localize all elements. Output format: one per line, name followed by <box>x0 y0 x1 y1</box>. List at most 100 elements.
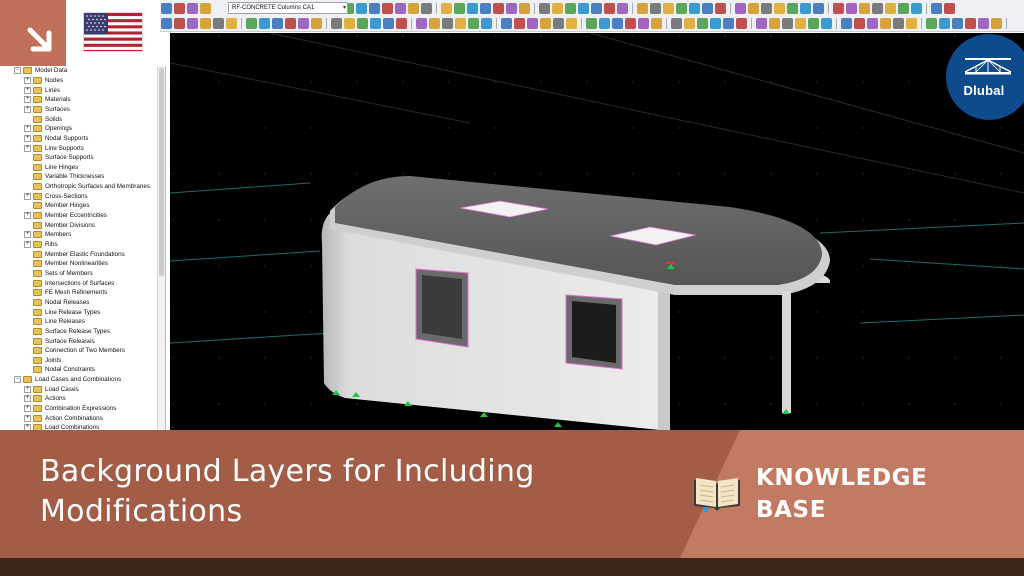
toolbar-button-icon[interactable] <box>519 3 530 14</box>
toolbar-button-icon[interactable] <box>748 3 759 14</box>
toolbar-button-icon[interactable] <box>756 18 767 29</box>
navigator-item[interactable]: + Openings <box>24 124 72 134</box>
toolbar-button-icon[interactable] <box>416 18 427 29</box>
toolbar-button-icon[interactable] <box>540 18 551 29</box>
navigator-item[interactable]: + Nodal Supports <box>24 134 88 144</box>
toolbar-button-icon[interactable] <box>501 18 512 29</box>
toolbar-button-icon[interactable] <box>821 18 832 29</box>
toolbar-button-icon[interactable] <box>506 3 517 14</box>
3d-viewport[interactable] <box>170 33 1024 430</box>
navigator-item[interactable]: FE Mesh Refinements <box>24 288 107 298</box>
navigator-item[interactable]: Surface Releases <box>24 336 95 346</box>
toolbar-button-icon[interactable] <box>566 18 577 29</box>
toolbar-button-icon[interactable] <box>697 18 708 29</box>
navigator-item[interactable]: Orthotropic Surfaces and Membranes <box>24 182 150 192</box>
toolbar-button-icon[interactable] <box>396 18 407 29</box>
navigator-item[interactable]: Line Release Types <box>24 307 100 317</box>
toolbar-button-icon[interactable] <box>906 18 917 29</box>
toolbar-button-icon[interactable] <box>382 3 393 14</box>
toolbar-button-icon[interactable] <box>369 3 380 14</box>
toolbar-button-icon[interactable] <box>468 18 479 29</box>
navigator-item[interactable]: + Nodes <box>24 76 63 86</box>
expand-icon[interactable]: + <box>24 134 31 142</box>
toolbar-button-icon[interactable] <box>187 3 198 14</box>
expand-icon[interactable]: + <box>24 385 31 393</box>
toolbar-button-icon[interactable] <box>800 3 811 14</box>
toolbar-button-icon[interactable] <box>841 18 852 29</box>
navigator-item[interactable]: − Load Cases and Combinations <box>14 375 121 385</box>
navigator-item[interactable]: Member Elastic Foundations <box>24 249 125 259</box>
expand-icon[interactable]: + <box>24 125 31 133</box>
toolbar-button-icon[interactable] <box>357 18 368 29</box>
expand-icon[interactable]: + <box>24 212 31 220</box>
navigator-item[interactable]: + Load Combinations <box>24 423 99 430</box>
toolbar-button-icon[interactable] <box>480 3 491 14</box>
navigator-item[interactable]: Line Releases <box>24 317 85 327</box>
toolbar-button-icon[interactable] <box>872 3 883 14</box>
expand-icon[interactable]: + <box>24 241 31 248</box>
toolbar-button-icon[interactable] <box>591 3 602 14</box>
expand-icon[interactable]: + <box>24 192 31 200</box>
navigator-item[interactable]: Connection of Two Members <box>24 346 125 356</box>
toolbar-button-icon[interactable] <box>213 18 224 29</box>
expand-icon[interactable]: + <box>24 76 31 84</box>
navigator-item[interactable]: + Action Combinations <box>24 413 103 423</box>
toolbar-button-icon[interactable] <box>553 18 564 29</box>
expand-icon[interactable]: + <box>24 414 31 422</box>
toolbar-button-icon[interactable] <box>356 3 367 14</box>
navigator-item[interactable]: + Cross-Sections <box>24 191 88 201</box>
toolbar-button-icon[interactable] <box>285 18 296 29</box>
navigator-item[interactable]: Surface Supports <box>24 153 94 163</box>
toolbar-button-icon[interactable] <box>787 3 798 14</box>
toolbar-button-icon[interactable] <box>944 3 955 14</box>
navigator-item[interactable]: Member Divisions <box>24 220 95 230</box>
toolbar-button-icon[interactable] <box>625 18 636 29</box>
chevron-down-icon[interactable]: ▾ <box>343 3 346 13</box>
toolbar-button-icon[interactable] <box>200 18 211 29</box>
navigator-item[interactable]: + Members <box>24 230 71 240</box>
toolbar-button-icon[interactable] <box>161 3 172 14</box>
toolbar-button-icon[interactable] <box>408 3 419 14</box>
toolbar-button-icon[interactable] <box>226 18 237 29</box>
toolbar-button-icon[interactable] <box>893 18 904 29</box>
toolbar-button-icon[interactable] <box>454 3 465 14</box>
toolbar-button-icon[interactable] <box>246 18 257 29</box>
toolbar-button-icon[interactable] <box>926 18 937 29</box>
navigator-item[interactable]: Solids <box>24 114 62 124</box>
navigator-scrollbar[interactable] <box>157 66 165 430</box>
load-case-select[interactable]: RF-CONCRETE Columns CA1 ▾ <box>228 2 348 14</box>
toolbar-button-icon[interactable] <box>782 18 793 29</box>
navigator-item[interactable]: + Combination Expressions <box>24 404 116 414</box>
toolbar-button-icon[interactable] <box>931 3 942 14</box>
toolbar-button-icon[interactable] <box>259 18 270 29</box>
navigator-item[interactable]: Variable Thicknesses <box>24 172 104 182</box>
toolbar-button-icon[interactable] <box>527 18 538 29</box>
toolbar-button-icon[interactable] <box>370 18 381 29</box>
toolbar-button-icon[interactable] <box>578 3 589 14</box>
toolbar-button-icon[interactable] <box>880 18 891 29</box>
toolbar-button-icon[interactable] <box>272 18 283 29</box>
expand-icon[interactable]: + <box>24 96 31 104</box>
navigator-item[interactable]: + Materials <box>24 95 71 105</box>
toolbar-button-icon[interactable] <box>663 3 674 14</box>
navigator-item[interactable]: Sets of Members <box>24 269 93 279</box>
toolbar-button-icon[interactable] <box>617 3 628 14</box>
toolbar-button-icon[interactable] <box>833 3 844 14</box>
toolbar-button-icon[interactable] <box>846 3 857 14</box>
toolbar-button-icon[interactable] <box>710 18 721 29</box>
navigator-item[interactable]: Surface Release Types <box>24 327 110 337</box>
toolbar-button-icon[interactable] <box>638 18 649 29</box>
toolbar-button-icon[interactable] <box>978 18 989 29</box>
toolbar-button-icon[interactable] <box>187 18 198 29</box>
expand-icon[interactable]: + <box>24 395 31 403</box>
toolbar-button-icon[interactable] <box>612 18 623 29</box>
toolbar-button-icon[interactable] <box>539 3 550 14</box>
toolbar-button-icon[interactable] <box>991 18 1002 29</box>
toolbar-button-icon[interactable] <box>952 18 963 29</box>
navigator-item[interactable]: Member Hinges <box>24 201 89 211</box>
navigator-item[interactable]: Nodal Releases <box>24 298 89 308</box>
navigator-item[interactable]: Line Hinges <box>24 163 78 173</box>
toolbar-button-icon[interactable] <box>174 18 185 29</box>
toolbar-button-icon[interactable] <box>481 18 492 29</box>
toolbar-button-icon[interactable] <box>565 3 576 14</box>
